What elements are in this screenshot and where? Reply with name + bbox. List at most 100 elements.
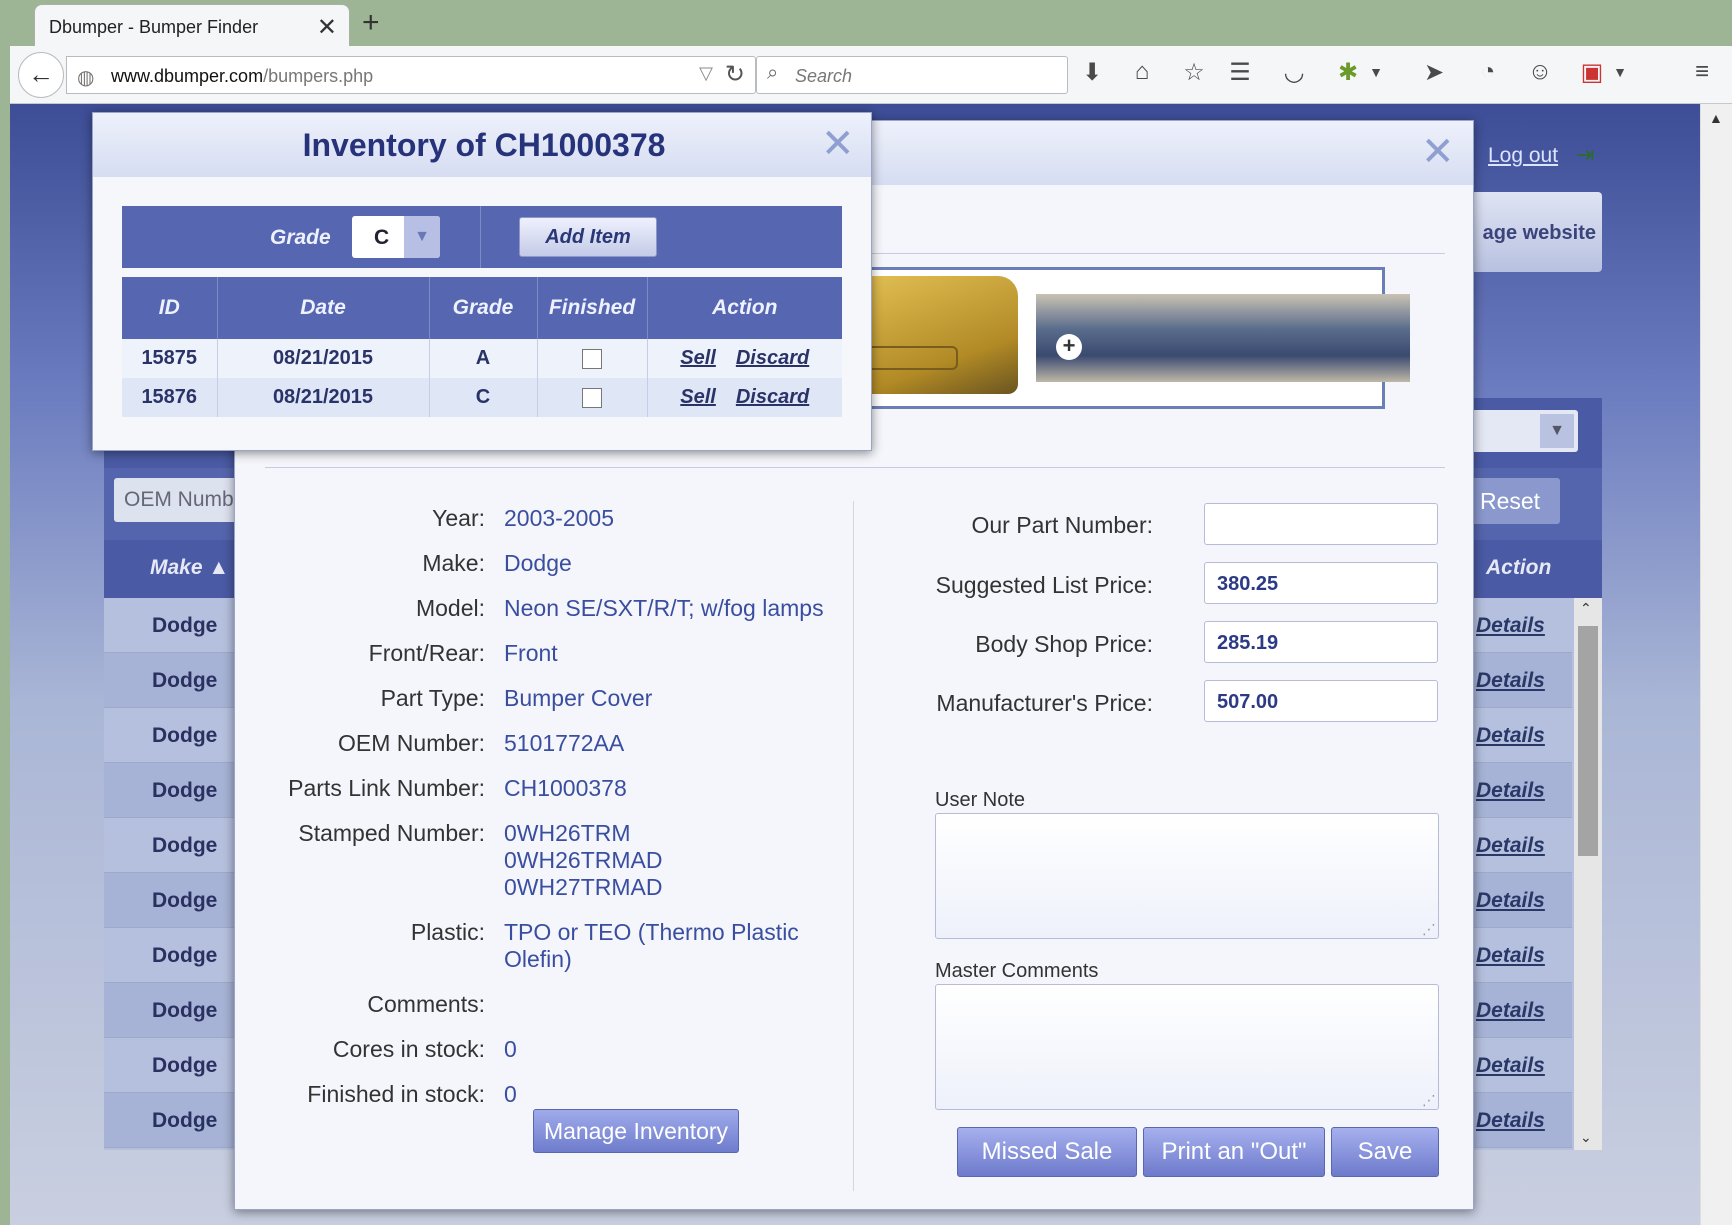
front-rear-value: Front: [504, 640, 558, 666]
download-icon[interactable]: ⬇: [1076, 58, 1108, 87]
row-id: 15876: [122, 378, 218, 417]
discard-link[interactable]: Discard: [736, 386, 809, 408]
inventory-titlebar: Inventory of CH1000378 ✕: [93, 113, 871, 177]
discard-link[interactable]: Discard: [736, 347, 809, 369]
tab-title: Dbumper - Bumper Finder: [49, 17, 259, 37]
part-type-label: Part Type:: [380, 685, 485, 711]
details-link[interactable]: Details: [1476, 889, 1545, 913]
master-comments-textarea[interactable]: ⋰: [935, 984, 1439, 1110]
save-button[interactable]: Save: [1331, 1127, 1439, 1177]
column-divider: [853, 501, 854, 1191]
pdf-dropdown-icon[interactable]: ▼: [1604, 64, 1636, 80]
search-icon: ⌕: [767, 62, 779, 84]
stamped-number-value-2: 0WH26TRMAD: [504, 847, 663, 873]
sell-link[interactable]: Sell: [680, 386, 716, 408]
inventory-title: Inventory of CH1000378: [302, 127, 666, 163]
browser-tab[interactable]: Dbumper - Bumper Finder ✕: [34, 4, 350, 48]
table-row: 15876 08/21/2015 C Sell Discard: [122, 378, 842, 417]
user-note-textarea[interactable]: ⋰: [935, 813, 1439, 939]
url-dropdown-icon[interactable]: ▽: [699, 63, 713, 84]
globe-icon: ◍: [77, 67, 95, 89]
reset-button[interactable]: Reset: [1460, 478, 1560, 524]
table-scrollbar[interactable]: ⌃ ⌄: [1574, 598, 1602, 1150]
details-link[interactable]: Details: [1476, 614, 1545, 638]
details-link[interactable]: Details: [1476, 724, 1545, 748]
chat-icon[interactable]: ☺: [1524, 58, 1556, 86]
finished-in-stock-value: 0: [504, 1081, 517, 1107]
print-out-button[interactable]: Print an "Out": [1143, 1127, 1325, 1177]
toolbar-separator: [480, 206, 481, 268]
stamped-number-value-1: 0WH26TRM: [504, 820, 631, 846]
make-column-header[interactable]: Make ▲: [150, 556, 229, 580]
our-part-number-input[interactable]: [1204, 503, 1438, 545]
year-label: Year:: [432, 505, 485, 531]
scroll-up-icon[interactable]: ▲: [1709, 110, 1723, 126]
menu-icon[interactable]: ≡: [1686, 58, 1718, 86]
bookmark-star-icon[interactable]: ☆: [1178, 58, 1210, 87]
user-note-label: User Note: [935, 789, 1026, 811]
chevron-down-icon[interactable]: ▼: [404, 216, 440, 258]
cores-in-stock-label: Cores in stock:: [332, 1036, 485, 1062]
bumper-photo[interactable]: +: [1036, 294, 1410, 382]
send-icon[interactable]: ➤: [1418, 58, 1450, 87]
search-bar[interactable]: ⌕ Search: [756, 56, 1068, 94]
oem-number-value: 5101772AA: [504, 730, 625, 756]
oem-number-input[interactable]: OEM Numb: [114, 478, 244, 522]
details-link[interactable]: Details: [1476, 834, 1545, 858]
manufacturer-price-label: Manufacturer's Price:: [936, 690, 1153, 716]
our-part-number-label: Our Part Number:: [971, 512, 1154, 538]
home-icon[interactable]: ⌂: [1126, 58, 1158, 86]
manufacturer-price-input[interactable]: 507.00: [1204, 680, 1438, 722]
pocket-icon[interactable]: ◡: [1278, 58, 1310, 87]
scrollbar-thumb[interactable]: [1578, 626, 1598, 856]
divider: [265, 467, 1445, 468]
row-make: Dodge: [152, 1109, 218, 1132]
finished-checkbox[interactable]: [582, 387, 602, 408]
model-label: Model:: [415, 595, 485, 621]
list-price-input[interactable]: 380.25: [1204, 562, 1438, 604]
back-arrow-icon[interactable]: ←: [18, 52, 64, 98]
chevron-down-icon[interactable]: ▼: [1540, 414, 1574, 448]
details-link[interactable]: Details: [1476, 1109, 1545, 1133]
oem-number-label: OEM Number:: [338, 730, 485, 756]
row-make: Dodge: [152, 834, 218, 857]
body-shop-price-input[interactable]: 285.19: [1204, 621, 1438, 663]
cores-in-stock-value: 0: [504, 1036, 517, 1062]
details-link[interactable]: Details: [1476, 669, 1545, 693]
row-make: Dodge: [152, 724, 218, 747]
body-shop-price-label: Body Shop Price:: [975, 631, 1153, 657]
details-link[interactable]: Details: [1476, 779, 1545, 803]
resize-grip-icon[interactable]: ⋰: [1422, 1092, 1436, 1109]
extension-dropdown-icon[interactable]: ▼: [1360, 64, 1392, 80]
scroll-up-icon[interactable]: ⌃: [1580, 600, 1592, 617]
logout-link[interactable]: Log out: [1488, 144, 1558, 168]
url-host: www.dbumper.com: [111, 66, 264, 86]
row-action: Sell Discard: [647, 339, 842, 378]
resize-grip-icon[interactable]: ⋰: [1422, 921, 1436, 938]
row-finished: [537, 339, 648, 378]
close-icon[interactable]: ✕: [1421, 129, 1455, 175]
add-item-button[interactable]: Add Item: [519, 217, 657, 257]
page-scrollbar[interactable]: ▲: [1700, 104, 1732, 1225]
zoom-icon[interactable]: +: [1056, 334, 1082, 360]
grade-select[interactable]: C ▼: [352, 216, 440, 258]
history-icon[interactable]: ◔: [1472, 58, 1504, 86]
model-value: Neon SE/SXT/R/T; w/fog lamps: [504, 595, 824, 621]
grade-column-header: Grade: [429, 277, 538, 339]
new-tab-icon[interactable]: +: [362, 6, 380, 40]
reading-list-icon[interactable]: ☰: [1224, 58, 1256, 87]
details-link[interactable]: Details: [1476, 1054, 1545, 1078]
details-link[interactable]: Details: [1476, 944, 1545, 968]
logout-icon[interactable]: ⇥: [1576, 142, 1594, 168]
url-bar[interactable]: ◍ www.dbumper.com/bumpers.php ▽ ↻: [66, 56, 756, 94]
tab-close-icon[interactable]: ✕: [317, 13, 337, 42]
sell-link[interactable]: Sell: [680, 347, 716, 369]
missed-sale-button[interactable]: Missed Sale: [957, 1127, 1137, 1177]
scroll-down-icon[interactable]: ⌄: [1580, 1129, 1592, 1146]
reload-icon[interactable]: ↻: [725, 60, 745, 89]
finished-checkbox[interactable]: [582, 348, 602, 369]
row-make: Dodge: [152, 614, 218, 637]
details-link[interactable]: Details: [1476, 999, 1545, 1023]
close-icon[interactable]: ✕: [821, 121, 855, 167]
manage-inventory-button[interactable]: Manage Inventory: [533, 1109, 739, 1153]
